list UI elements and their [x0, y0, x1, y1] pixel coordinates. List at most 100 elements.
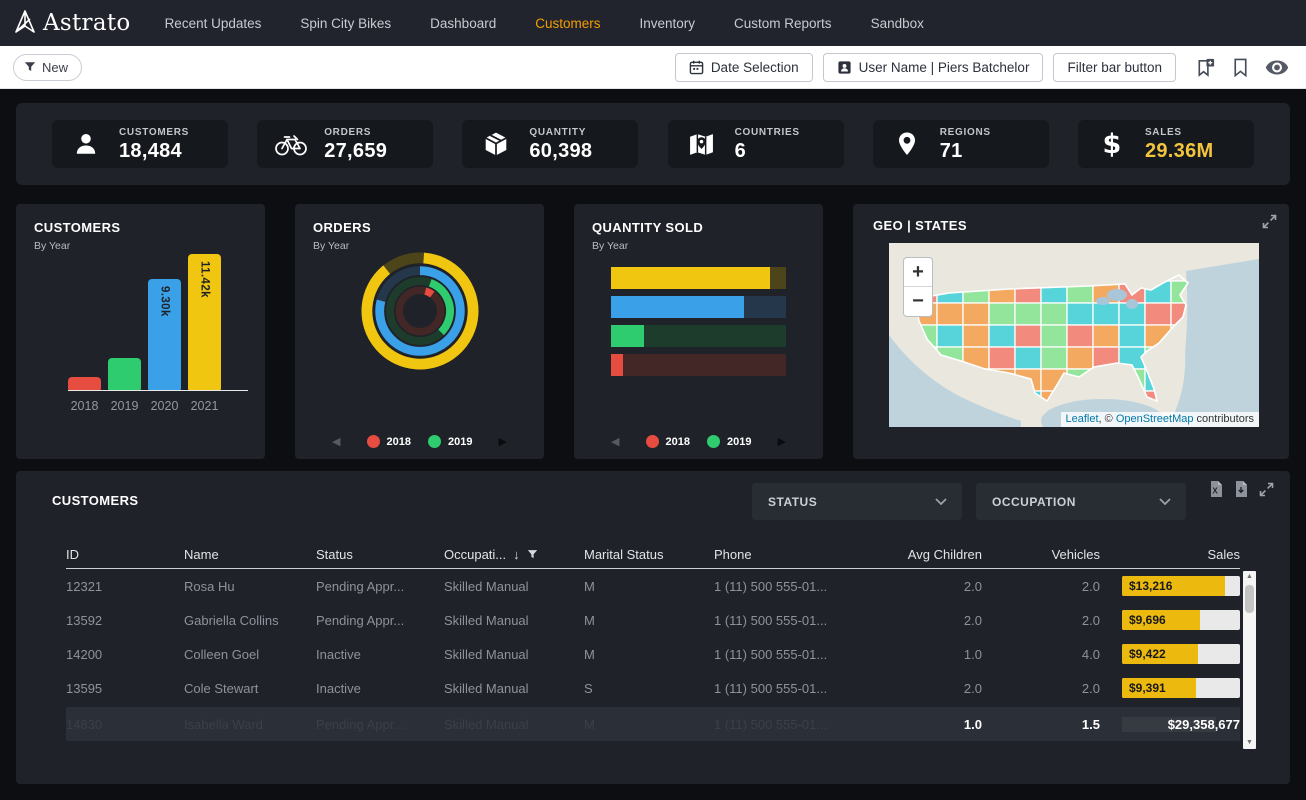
cell-avg-children: 1.0 — [864, 647, 982, 662]
sales-bar: $9,391 — [1122, 678, 1240, 698]
table-row[interactable]: 14200Colleen GoelInactiveSkilled ManualM… — [66, 637, 1240, 671]
hbar-chart-plot — [611, 267, 786, 376]
hbar-2018[interactable] — [611, 354, 786, 376]
nav-item-customers[interactable]: Customers — [535, 16, 600, 31]
table-row[interactable]: 12321Rosa HuPending Appr...Skilled Manua… — [66, 569, 1240, 603]
hbar-2019[interactable] — [611, 325, 786, 347]
sort-desc-icon[interactable]: ↓ — [513, 547, 520, 562]
kpi-card-orders: ORDERS27,659 — [257, 120, 433, 168]
leaflet-map[interactable]: + − Leaflet, © OpenStreetMap contributor… — [889, 243, 1259, 427]
column-header-label: Name — [184, 547, 219, 562]
filter-funnel-icon[interactable] — [527, 549, 538, 560]
column-header-occupati[interactable]: Occupati...↓ — [444, 547, 584, 562]
kpi-value: 60,398 — [529, 141, 592, 161]
column-header-name[interactable]: Name — [184, 547, 316, 562]
column-header-label: Sales — [1207, 547, 1240, 562]
filter-bar-button[interactable]: Filter bar button — [1053, 53, 1176, 82]
chart-title: ORDERS — [313, 220, 526, 235]
column-header-vehicles[interactable]: Vehicles — [982, 547, 1100, 562]
user-name-label: User Name | Piers Batchelor — [859, 60, 1030, 75]
column-header-label: Vehicles — [1052, 547, 1100, 562]
legend-next-arrow[interactable]: ▶ — [777, 435, 785, 448]
chart-legend: ◀ 2018 2019 ▶ — [574, 435, 823, 448]
legend-next-arrow[interactable]: ▶ — [498, 435, 506, 448]
column-header-id[interactable]: ID — [66, 547, 184, 562]
cell-id: 13595 — [66, 681, 184, 696]
legend-prev-arrow[interactable]: ◀ — [611, 435, 619, 448]
bookmark-icon[interactable] — [1231, 57, 1250, 78]
column-header-phone[interactable]: Phone — [714, 547, 864, 562]
bar-2018[interactable] — [68, 377, 101, 390]
radial-chart[interactable] — [361, 252, 479, 375]
bookmark-add-icon[interactable] — [1195, 57, 1216, 78]
date-selection-button[interactable]: Date Selection — [675, 53, 813, 82]
export-excel-icon[interactable]: X — [1209, 481, 1223, 497]
kpi-card-sales: $SALES29.36M — [1078, 120, 1254, 168]
legend-item-2019[interactable]: 2019 — [707, 435, 751, 448]
cell-vehicles: 2.0 — [982, 613, 1100, 628]
axis-label-2020: 2020 — [148, 399, 181, 413]
kpi-value: 27,659 — [324, 141, 387, 161]
nav-item-sandbox[interactable]: Sandbox — [871, 16, 924, 31]
column-header-status[interactable]: Status — [316, 547, 444, 562]
map-zoom-in-button[interactable]: + — [904, 258, 932, 287]
legend-item-2018[interactable]: 2018 — [646, 435, 690, 448]
column-header-avg-children[interactable]: Avg Children — [864, 547, 982, 562]
nav-item-spin-city-bikes[interactable]: Spin City Bikes — [300, 16, 391, 31]
kpi-label: COUNTRIES — [735, 128, 800, 138]
bar-2019[interactable] — [108, 358, 141, 390]
hbar-2020[interactable] — [611, 296, 786, 318]
scrollbar-thumb[interactable] — [1245, 585, 1254, 613]
usa-choropleth[interactable] — [889, 243, 1259, 427]
nav-item-dashboard[interactable]: Dashboard — [430, 16, 496, 31]
kpi-value: 18,484 — [119, 141, 189, 161]
customers-table: IDName Status Occupati...↓Marital StatusPh… — [66, 541, 1240, 741]
cell-sales: $9,696 — [1100, 610, 1240, 630]
bar-2020[interactable]: 9.30k — [148, 279, 181, 390]
hbar-2021[interactable] — [611, 267, 786, 289]
ghost-cell-status: Pending Appr... — [316, 717, 444, 732]
cell-vehicles: 2.0 — [982, 579, 1100, 594]
kpi-label: QUANTITY — [529, 128, 592, 138]
table-row[interactable]: 13595Cole StewartInactiveSkilled ManualS… — [66, 671, 1240, 705]
bar-value-label: 9.30k — [159, 286, 171, 390]
scroll-down-arrow[interactable]: ▼ — [1246, 737, 1253, 749]
bar-2021[interactable]: 11.42k — [188, 254, 221, 390]
expand-icon[interactable] — [1259, 482, 1274, 497]
brand-logo[interactable]: Astrato — [14, 10, 131, 36]
cell-sales: $9,391 — [1100, 678, 1240, 698]
column-header-label: Status — [316, 547, 353, 562]
calendar-icon — [689, 60, 704, 75]
user-name-button[interactable]: User Name | Piers Batchelor — [823, 53, 1044, 82]
export-file-icon[interactable] — [1234, 481, 1248, 497]
scroll-up-arrow[interactable]: ▲ — [1246, 571, 1253, 583]
chevron-down-icon — [935, 498, 947, 505]
brand-name: Astrato — [43, 10, 131, 36]
nav-item-recent-updates[interactable]: Recent Updates — [165, 16, 262, 31]
column-header-sales[interactable]: Sales — [1100, 547, 1240, 562]
leaflet-link[interactable]: Leaflet — [1066, 413, 1099, 425]
eye-icon[interactable] — [1265, 60, 1289, 75]
ghost-cell-phone: 1 (11) 500 555-01... — [714, 717, 864, 732]
map-title: GEO | STATES — [873, 218, 1259, 233]
table-row[interactable]: 13592Gabriella CollinsPending Appr...Ski… — [66, 603, 1240, 637]
hbar-fill-2019 — [611, 325, 644, 347]
cell-avg-children: 2.0 — [864, 579, 982, 594]
map-zoom-out-button[interactable]: − — [904, 287, 932, 316]
column-header-marital-status[interactable]: Marital Status — [584, 547, 714, 562]
openstreetmap-link[interactable]: OpenStreetMap — [1116, 413, 1194, 425]
legend-item-2019[interactable]: 2019 — [428, 435, 472, 448]
sales-bar: $13,216 — [1122, 576, 1240, 596]
new-filter-button[interactable]: New — [13, 54, 82, 81]
occupation-dropdown[interactable]: OCCUPATION — [976, 483, 1186, 520]
map-icon — [681, 132, 723, 157]
status-dropdown[interactable]: STATUS — [752, 483, 962, 520]
expand-icon[interactable] — [1262, 214, 1277, 234]
cell-avg-children: 2.0 — [864, 681, 982, 696]
legend-prev-arrow[interactable]: ◀ — [332, 435, 340, 448]
total-sales: $29,358,677 — [1100, 717, 1240, 732]
nav-item-inventory[interactable]: Inventory — [639, 16, 695, 31]
nav-item-custom-reports[interactable]: Custom Reports — [734, 16, 832, 31]
table-scrollbar[interactable]: ▲ ▼ — [1243, 571, 1256, 749]
legend-item-2018[interactable]: 2018 — [367, 435, 411, 448]
